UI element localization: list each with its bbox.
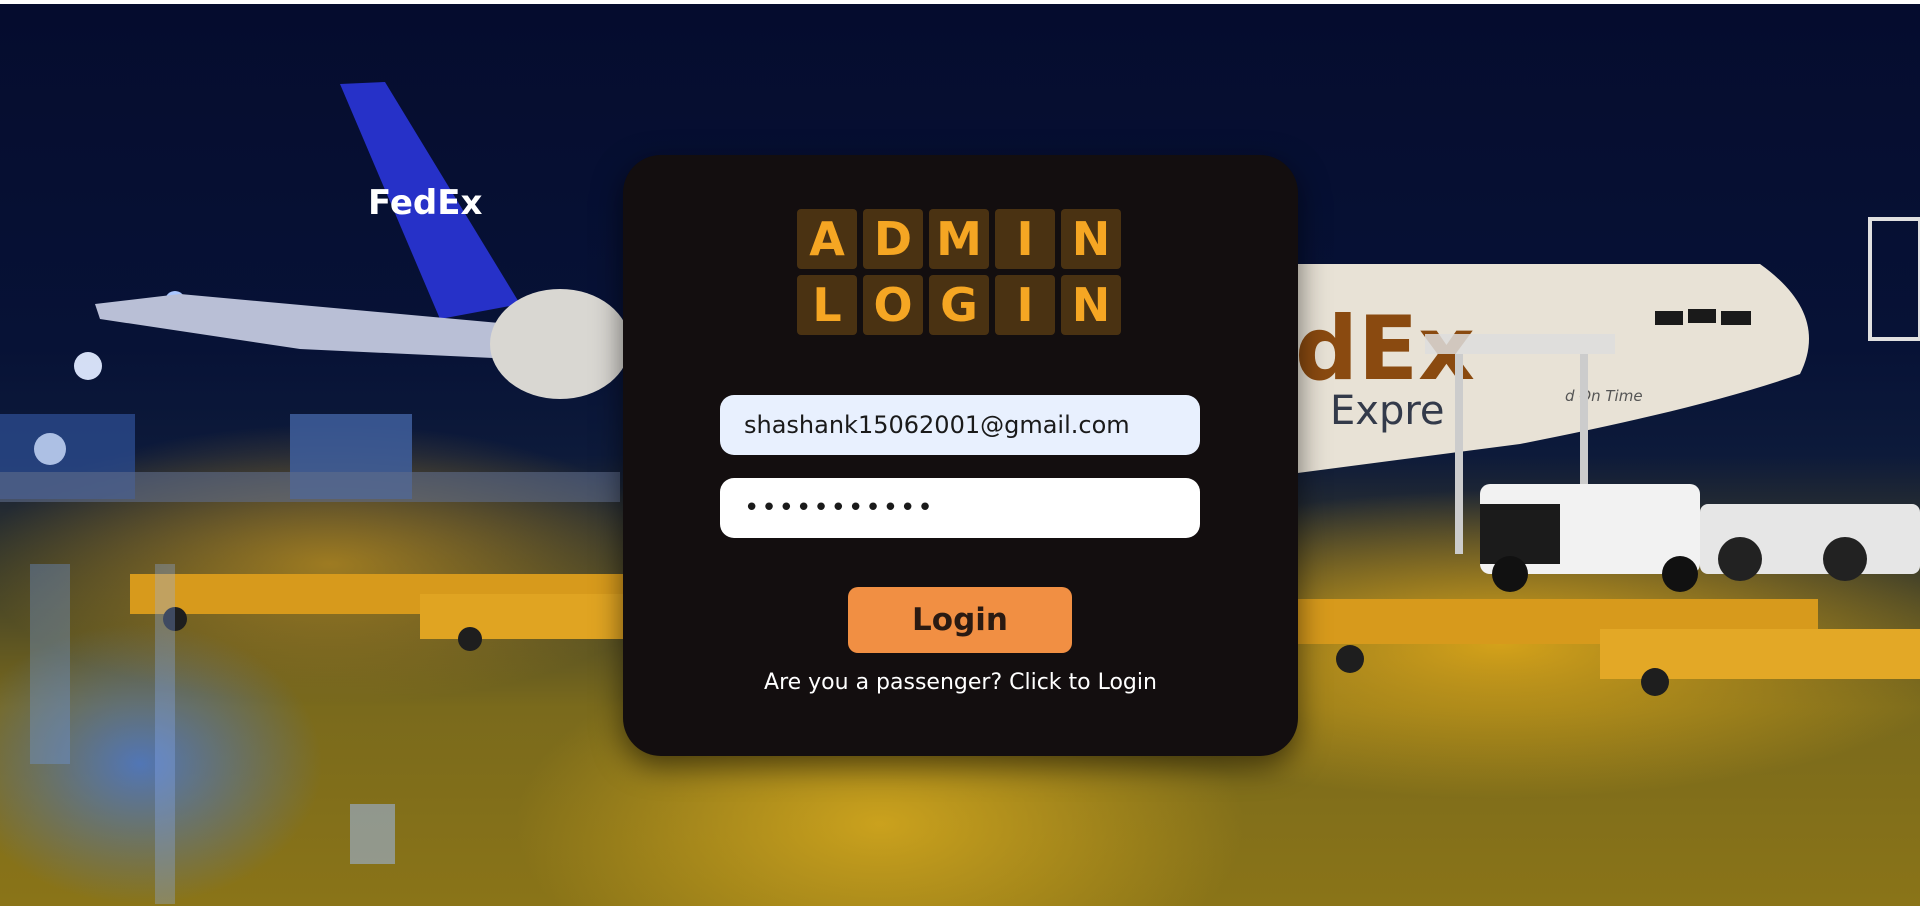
title-tile: I	[995, 275, 1055, 335]
title-tile: G	[929, 275, 989, 335]
tail-logo-text: FedEx	[368, 183, 482, 223]
title-row-login: L O G I N	[797, 275, 1127, 335]
fuselage-express-text: Expre	[1330, 388, 1445, 434]
title-tile: L	[797, 275, 857, 335]
title-tile: A	[797, 209, 857, 269]
fuselage-slogan-text: d On Time	[1565, 387, 1643, 405]
title-tile: I	[995, 209, 1055, 269]
title-row-admin: A D M I N	[797, 209, 1127, 269]
email-field[interactable]	[720, 395, 1200, 455]
password-field[interactable]	[720, 478, 1200, 538]
title-tile: M	[929, 209, 989, 269]
title-tile: N	[1061, 209, 1121, 269]
login-card: A D M I N L O G I N Login Are you a pass…	[623, 155, 1298, 756]
admin-login-title: A D M I N L O G I N	[797, 209, 1127, 341]
title-tile: D	[863, 209, 923, 269]
title-tile: O	[863, 275, 923, 335]
login-button[interactable]: Login	[848, 587, 1072, 653]
passenger-login-link[interactable]: Are you a passenger? Click to Login	[623, 670, 1298, 695]
title-tile: N	[1061, 275, 1121, 335]
